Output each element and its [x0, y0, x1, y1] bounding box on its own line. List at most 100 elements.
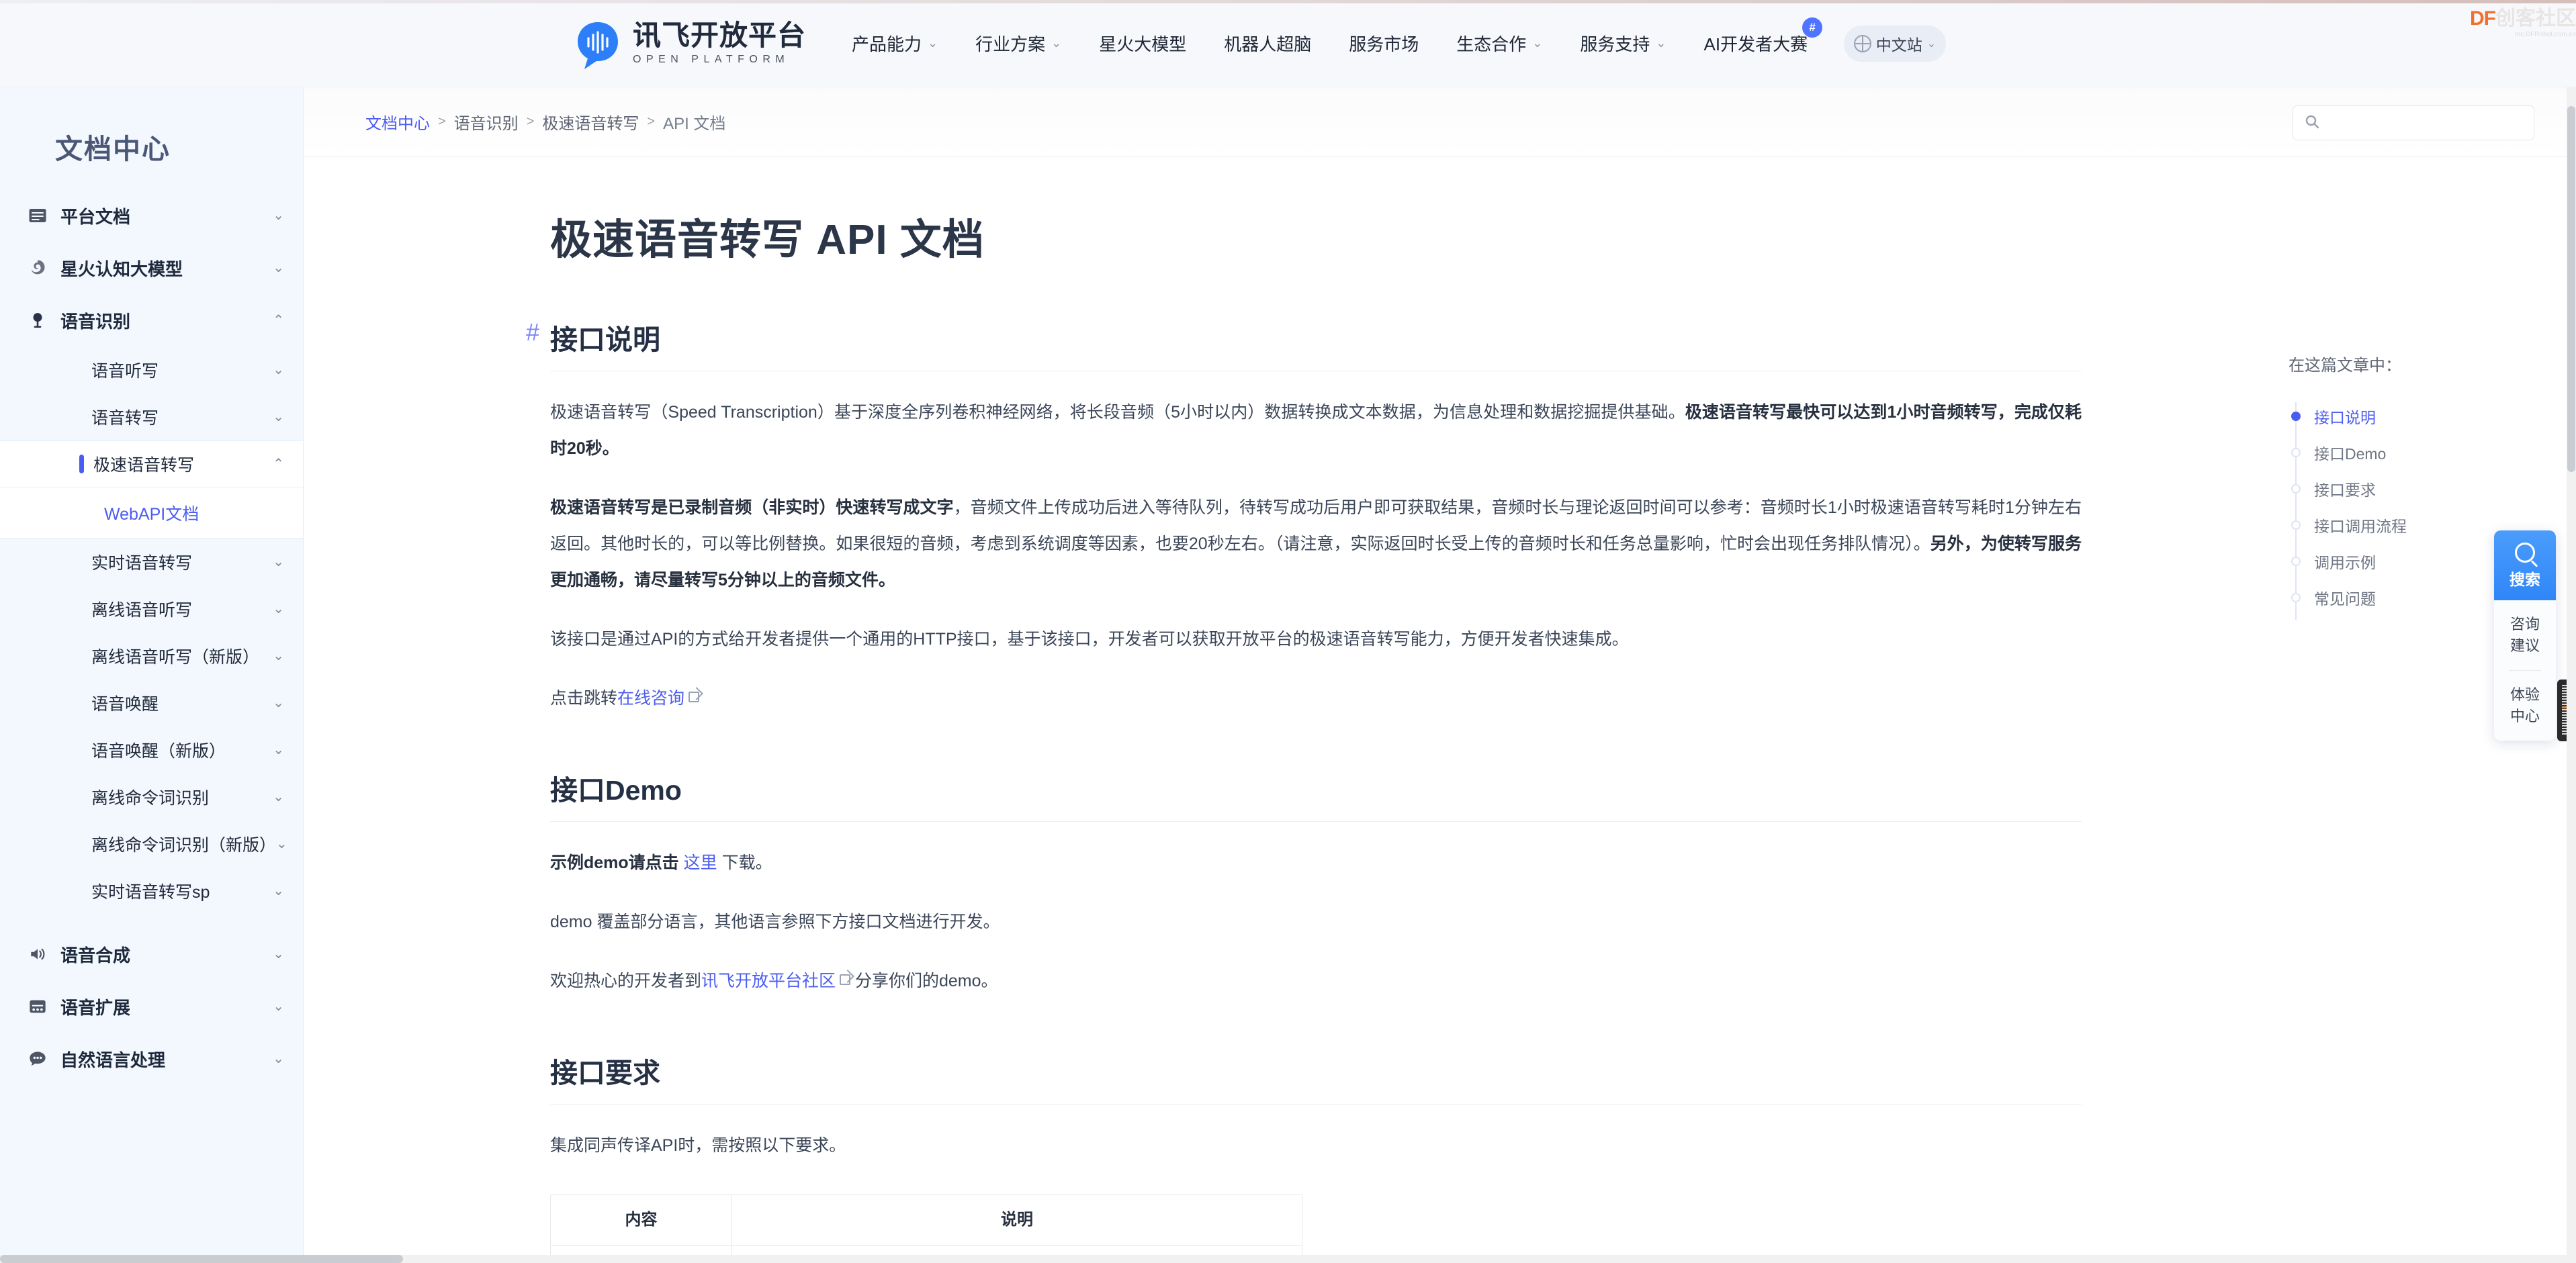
sidebar-item-voice-wakeup-new[interactable]: 语音唤醒（新版） ⌄ [0, 727, 303, 774]
toc-item-label: 调用示例 [2314, 554, 2376, 571]
nav-item-ai-contest[interactable]: AI开发者大赛 # [1703, 17, 1823, 56]
chevron-down-icon[interactable]: ⌄ [273, 555, 284, 569]
chevron-down-icon[interactable]: ⌄ [273, 602, 284, 616]
paragraph-demo-download: 示例demo请点击 这里 下载。 [550, 845, 2082, 881]
section-heading-interface-description: # 接口说明 [526, 317, 2082, 371]
nav-label: AI开发者大赛 [1703, 34, 1808, 54]
floating-experience-center-button[interactable]: 体验 中心 [2494, 671, 2556, 741]
floating-consult-button[interactable]: 咨询 建议 [2494, 600, 2556, 670]
sidebar-item-label: 语音扩展 [60, 997, 131, 1018]
chevron-up-icon[interactable]: ⌃ [273, 314, 284, 327]
nav-item-spark-model[interactable]: 星火大模型 [1099, 31, 1186, 56]
sidebar-item-offline-dictation[interactable]: 离线语音听写 ⌄ [0, 586, 303, 633]
para-text-bold: 示例demo请点击 [550, 853, 684, 872]
table-of-contents: 在这篇文章中： 接口说明 接口Demo 接口要求 接口调用流程 调用示例 常见问… [2289, 352, 2490, 620]
chevron-down-icon[interactable]: ⌄ [273, 696, 284, 710]
mic-icon [27, 310, 48, 331]
chevron-down-icon[interactable]: ⌄ [273, 261, 284, 275]
para-text: 集成同声传译API时，需按照以下要求。 [550, 1136, 846, 1155]
sidebar-item-realtime-transcription[interactable]: 实时语音转写 ⌄ [0, 539, 303, 586]
para-text: 点击跳转 [550, 689, 618, 708]
nav-item-products[interactable]: 产品能力 ⌄ [852, 31, 938, 56]
chevron-down-icon[interactable]: ⌄ [273, 947, 284, 961]
nav-item-robot-brain[interactable]: 机器人超脑 [1224, 31, 1311, 56]
xfyun-logo-icon [572, 18, 623, 69]
sidebar-item-label: 平台文档 [60, 206, 131, 227]
sidebar-item-offline-command[interactable]: 离线命令词识别 ⌄ [0, 774, 303, 821]
link-demo-here[interactable]: 这里 [684, 853, 717, 872]
nav-item-service-market[interactable]: 服务市场 [1349, 31, 1419, 56]
chevron-down-icon[interactable]: ⌄ [273, 363, 284, 377]
sidebar-item-webapi-doc[interactable]: WebAPI文档 [0, 487, 303, 539]
breadcrumb-item-speech-recognition[interactable]: 语音识别 [454, 110, 519, 134]
sidebar-item-offline-dictation-new[interactable]: 离线语音听写（新版） ⌄ [0, 633, 303, 680]
sidebar-item-spark-model[interactable]: 星火认知大模型 ⌄ [0, 242, 303, 294]
sidebar-item-nlp[interactable]: 自然语言处理 ⌄ [0, 1033, 303, 1085]
toc-item-faq[interactable]: 常见问题 [2291, 579, 2490, 616]
watermark-url: mc.DFRobot.com.cn [2514, 31, 2576, 38]
chevron-down-icon[interactable]: ⌄ [273, 1052, 284, 1066]
toc-item-interface-demo[interactable]: 接口Demo [2291, 434, 2490, 471]
toc-dot-icon [2291, 484, 2301, 494]
active-indicator-bar [79, 455, 84, 473]
floating-side-widget: 搜索 咨询 建议 体验 中心 [2494, 530, 2556, 741]
sidebar-item-speech-extension[interactable]: 语音扩展 ⌄ [0, 980, 303, 1033]
sidebar-item-speech-synthesis[interactable]: 语音合成 ⌄ [0, 928, 303, 980]
toc-heading: 在这篇文章中： [2289, 357, 2401, 375]
breadcrumb-separator: > [647, 114, 656, 129]
site-logo[interactable]: 讯飞开放平台 OPEN PLATFORM [572, 18, 806, 69]
chevron-down-icon[interactable]: ⌄ [273, 1000, 284, 1013]
chevron-up-icon[interactable]: ⌃ [273, 457, 284, 471]
vertical-scrollbar-thumb[interactable] [2567, 106, 2575, 472]
search-box[interactable] [2293, 105, 2534, 140]
chevron-down-icon[interactable]: ⌄ [273, 790, 284, 804]
chevron-down-icon: ⌄ [1656, 36, 1667, 50]
horizontal-scrollbar[interactable] [0, 1255, 2576, 1263]
nav-item-support[interactable]: 服务支持 ⌄ [1580, 31, 1666, 56]
sidebar-item-label: 语音识别 [60, 311, 131, 332]
chat-icon [27, 1048, 48, 1070]
chevron-down-icon[interactable]: ⌄ [273, 410, 284, 424]
sidebar-item-voice-wakeup[interactable]: 语音唤醒 ⌄ [0, 680, 303, 727]
anchor-hash-icon[interactable]: # [526, 318, 539, 346]
breadcrumb-item-speed-transcription[interactable]: 极速语音转写 [542, 110, 639, 134]
sidebar-item-speed-transcription[interactable]: 极速语音转写 ⌃ [0, 440, 303, 487]
sidebar-item-offline-command-new[interactable]: 离线命令词识别（新版） ⌄ [0, 821, 303, 868]
vertical-scrollbar[interactable] [2567, 87, 2576, 1263]
logo-text: 讯飞开放平台 OPEN PLATFORM [633, 21, 806, 65]
breadcrumb-separator: > [438, 114, 446, 129]
nav-item-industry[interactable]: 行业方案 ⌄ [975, 31, 1061, 56]
language-switcher[interactable]: 中文站 ⌄ [1844, 26, 1946, 62]
article-scroll-area: 极速语音转写 API 文档 # 接口说明 极速语音转写（Speed Transcr… [304, 157, 2576, 1263]
chevron-down-icon[interactable]: ⌄ [273, 209, 284, 222]
paragraph-demo-community: 欢迎热心的开发者到讯飞开放平台社区 分享你们的demo。 [550, 963, 2082, 999]
chevron-down-icon[interactable]: ⌄ [276, 837, 287, 851]
link-community[interactable]: 讯飞开放平台社区 [701, 972, 836, 990]
sidebar-item-transcription[interactable]: 语音转写 ⌄ [0, 393, 303, 440]
link-online-consult[interactable]: 在线咨询 [617, 689, 684, 708]
search-input[interactable] [2327, 115, 2515, 131]
toc-item-interface-description[interactable]: 接口说明 [2291, 398, 2490, 434]
section-heading-text: 接口Demo [550, 775, 682, 806]
para-text-bold: 极速语音转写是已录制音频（非实时）快速转写成文字 [550, 498, 954, 517]
chevron-down-icon[interactable]: ⌄ [273, 884, 284, 898]
sidebar-item-platform-docs[interactable]: 平台文档 ⌄ [0, 189, 303, 242]
horizontal-scrollbar-thumb[interactable] [0, 1255, 403, 1263]
sidebar-item-label: 极速语音转写 [93, 456, 195, 475]
sidebar-item-realtime-transcription-sp[interactable]: 实时语音转写sp ⌄ [0, 868, 303, 915]
breadcrumb-item-doc-center[interactable]: 文档中心 [365, 110, 430, 134]
toc-item-interface-requirements[interactable]: 接口要求 [2291, 471, 2490, 507]
sidebar-item-label: 语音唤醒（新版） [91, 742, 226, 761]
floating-search-button[interactable]: 搜索 [2494, 530, 2556, 600]
chevron-down-icon[interactable]: ⌄ [273, 649, 284, 663]
toc-dot-icon [2291, 520, 2301, 530]
logo-title-en: OPEN PLATFORM [633, 54, 790, 65]
toc-item-call-flow[interactable]: 接口调用流程 [2291, 507, 2490, 543]
para-text: demo 覆盖部分语言，其他语言参照下方接口文档进行开发。 [550, 913, 1000, 931]
sidebar-item-speech-recognition[interactable]: 语音识别 ⌃ [0, 294, 303, 346]
sidebar-item-dictation[interactable]: 语音听写 ⌄ [0, 346, 303, 393]
nav-item-eco-partner[interactable]: 生态合作 ⌄ [1456, 31, 1542, 56]
toc-item-call-example[interactable]: 调用示例 [2291, 543, 2490, 579]
nav-label: 产品能力 [852, 34, 922, 54]
chevron-down-icon[interactable]: ⌄ [273, 743, 284, 757]
